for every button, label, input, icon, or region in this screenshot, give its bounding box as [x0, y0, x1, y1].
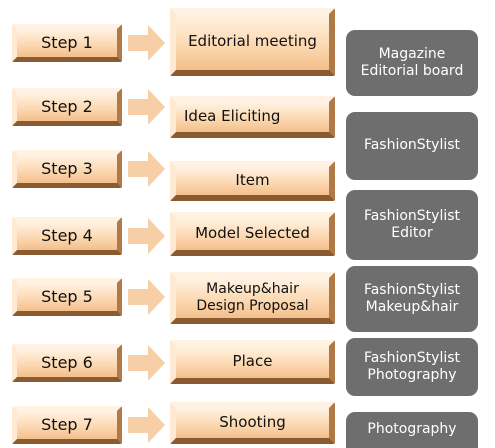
step-4-label: Step 4: [41, 225, 93, 245]
activity-4-box: Model Selected: [170, 212, 335, 256]
role-4-box: FashionStylist Editor: [346, 190, 478, 260]
arrow-7-icon: [128, 405, 166, 445]
activity-6-label: Place: [232, 352, 273, 371]
role-1-box: Magazine Editorial board: [346, 30, 478, 96]
role-2-line-1: FashionStylist: [363, 137, 461, 154]
activity-1-label: Editorial meeting: [188, 32, 317, 51]
role-6-line-1: FashionStylist: [363, 349, 461, 366]
step-1-box: Step 1: [12, 24, 122, 62]
activity-2-box: Idea Eliciting: [170, 96, 335, 138]
role-5-line-2: Makeup&hair: [365, 299, 459, 315]
step-5-label: Step 5: [41, 286, 93, 306]
role-7-line-1: Photography: [367, 421, 457, 438]
step-3-label: Step 3: [41, 158, 93, 178]
role-5-box: FashionStylist Makeup&hair: [346, 266, 478, 332]
arrow-5-icon: [128, 277, 166, 317]
activity-6-box: Place: [170, 340, 335, 384]
activity-5-label-line-2: Design Proposal: [196, 298, 309, 314]
arrow-2-icon: [128, 87, 166, 127]
step-6-box: Step 6: [12, 344, 122, 382]
role-4-line-2: Editor: [391, 225, 433, 241]
arrow-4-icon: [128, 216, 166, 256]
activity-7-label: Shooting: [219, 413, 286, 432]
step-2-label: Step 2: [41, 96, 93, 116]
role-6-box: FashionStylist Photography: [346, 338, 478, 396]
activity-2-label: Idea Eliciting: [184, 107, 281, 126]
role-1-line-1: Magazine: [378, 45, 446, 62]
activity-4-label: Model Selected: [195, 224, 310, 243]
step-3-box: Step 3: [12, 150, 122, 188]
activity-3-box: Item: [170, 161, 335, 201]
arrow-3-icon: [128, 149, 166, 189]
step-4-box: Step 4: [12, 217, 122, 255]
role-2-box: FashionStylist: [346, 112, 478, 180]
arrow-1-icon: [128, 23, 166, 63]
role-7-box: Photography: [346, 412, 478, 448]
activity-7-box: Shooting: [170, 402, 335, 444]
step-7-label: Step 7: [41, 414, 93, 434]
activity-5-label-line-1: Makeup&hair: [206, 281, 299, 298]
activity-5-box: Makeup&hair Design Proposal: [170, 272, 335, 324]
activity-3-label: Item: [235, 171, 270, 190]
step-5-box: Step 5: [12, 278, 122, 316]
role-4-line-1: FashionStylist: [363, 207, 461, 224]
step-2-box: Step 2: [12, 88, 122, 126]
workflow-diagram: Step 1 Step 2 Step 3 Step 4 Step 5 Step …: [0, 0, 495, 448]
role-6-line-2: Photography: [367, 367, 457, 383]
role-5-line-1: FashionStylist: [363, 281, 461, 298]
arrow-6-icon: [128, 343, 166, 383]
step-6-label: Step 6: [41, 352, 93, 372]
activity-1-box: Editorial meeting: [170, 8, 335, 76]
role-1-line-2: Editorial board: [360, 63, 464, 79]
step-1-label: Step 1: [41, 32, 93, 52]
step-7-box: Step 7: [12, 406, 122, 444]
